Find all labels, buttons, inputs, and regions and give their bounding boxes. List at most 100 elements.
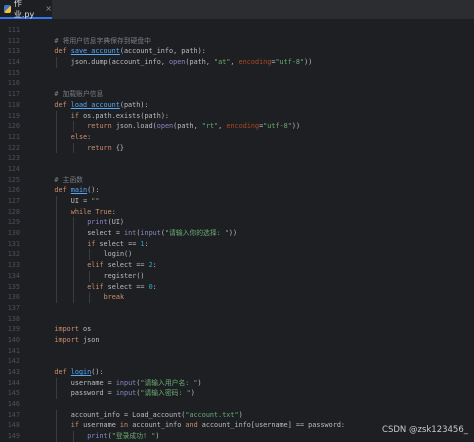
line-number: 118 (7, 100, 20, 109)
code-line[interactable]: 142 (0, 356, 474, 367)
indent-guide (72, 121, 74, 132)
code-text: print(UI) (87, 217, 124, 228)
code-token: encoding (226, 122, 260, 131)
code-token: select (87, 229, 112, 238)
code-text: json.dump(account_info, open(path, "at",… (71, 57, 313, 68)
code-token: return (87, 143, 116, 152)
code-line[interactable]: 144 username = input("请输入用户名: ") (0, 377, 474, 389)
code-line[interactable]: 137 (0, 303, 474, 314)
line-number: 111 (7, 26, 20, 34)
watermark: CSDN @zsk123456_ (382, 425, 468, 435)
code-line[interactable]: 138 (0, 314, 474, 325)
code-token: "" (91, 197, 100, 205)
code-line[interactable]: 111 (0, 25, 474, 36)
code-token: int (124, 229, 137, 238)
line-number: 122 (7, 143, 20, 152)
code-line[interactable]: 135 elif select == 0: (0, 281, 474, 293)
code-line[interactable]: 113 def save_account(account_info, path): (0, 46, 474, 57)
code-line[interactable]: 140 import json (0, 335, 474, 346)
code-line[interactable]: 131 if select == 1: (0, 238, 474, 250)
code-token: : (111, 207, 116, 216)
code-token: account_info = Load_account( (70, 410, 186, 419)
code-line[interactable]: 115 (0, 68, 474, 79)
line-number: 127 (7, 197, 20, 205)
code-token: # 主函数 (54, 175, 83, 184)
close-icon[interactable]: × (45, 4, 52, 13)
code-line[interactable]: 134 register() (0, 270, 474, 282)
line-number: 126 (7, 186, 20, 195)
code-token: username (83, 421, 120, 430)
code-token: os (83, 325, 92, 334)
indent-guide (56, 142, 58, 154)
indent-guide (72, 281, 74, 293)
indent-guide (56, 249, 58, 261)
code-token: "请输入你的选择: " (164, 229, 229, 238)
code-line[interactable]: 112 # 将用户信息字典保存到硬盘中 (0, 36, 474, 47)
code-text: import json (54, 335, 99, 346)
indent-guide (56, 409, 58, 421)
code-token: ) (238, 410, 243, 419)
code-text: UI = "" (71, 196, 100, 207)
code-line[interactable]: 116 (0, 78, 474, 89)
code-token: if (70, 421, 84, 430)
code-line[interactable]: 145 password = input("请输入密码: ") (0, 388, 474, 400)
line-number: 116 (7, 79, 20, 88)
code-line[interactable]: 118 def load_account(path): (0, 100, 474, 111)
code-token: def (54, 368, 71, 376)
code-token: account_info (132, 421, 186, 430)
code-token: ) (197, 378, 202, 387)
code-line[interactable]: 141 (0, 346, 474, 357)
code-token: # 将用户信息字典保存到硬盘中 (54, 36, 151, 45)
code-text: return {} (87, 143, 124, 154)
line-number: 123 (7, 154, 20, 163)
code-token: input (115, 389, 137, 398)
indent-guide (56, 431, 58, 442)
code-line[interactable]: 132 login() (0, 249, 474, 261)
code-line[interactable]: 136 break (0, 292, 474, 303)
line-number: 131 (7, 239, 20, 248)
code-token: ) (190, 389, 195, 398)
code-text: login() (104, 249, 133, 260)
indent-guide (56, 217, 58, 229)
code-token: login (70, 368, 92, 376)
code-token: "account.txt" (185, 410, 239, 419)
code-token: open (156, 122, 174, 131)
code-token: password = (70, 389, 116, 398)
code-token: json.dump(account_info, (70, 58, 170, 67)
code-line[interactable]: 129 print(UI) (0, 217, 474, 229)
code-line[interactable]: 120 return json.load(open(path, "rt", enc… (0, 121, 474, 132)
code-line[interactable]: 146 (0, 399, 474, 410)
code-token: if (87, 239, 100, 248)
code-token: : (144, 239, 149, 248)
code-line[interactable]: 143 def login(): (0, 367, 474, 378)
code-line[interactable]: 121 else: (0, 131, 474, 143)
code-line[interactable]: 133 elif select == 2: (0, 260, 474, 271)
code-line[interactable]: 123 (0, 153, 474, 164)
code-editor[interactable]: 111 112 # 将用户信息字典保存到硬盘中 113 def save_account… (0, 19, 474, 442)
code-line[interactable]: 139 import os (0, 324, 474, 335)
code-token: else (70, 132, 88, 141)
code-text: else: (71, 132, 91, 143)
code-line[interactable]: 125 # 主函数 (0, 175, 474, 186)
code-token: : (87, 132, 92, 141)
code-line[interactable]: 128 while True: (0, 206, 474, 218)
indent-guide (56, 228, 58, 239)
line-number: 148 (7, 421, 20, 430)
code-line[interactable]: 130 select = int(input("请输入你的选择: ")) (0, 228, 474, 239)
code-line[interactable]: 124 (0, 164, 474, 175)
code-line[interactable]: 117 # 加载账户信息 (0, 89, 474, 100)
code-token: )) (228, 229, 238, 238)
code-token: def (54, 100, 71, 109)
code-text: # 主函数 (54, 175, 83, 186)
code-line[interactable]: 114 json.dump(account_info, open(path, "a… (0, 57, 474, 68)
code-line[interactable]: 147 account_info = Load_account("account.… (0, 409, 474, 421)
code-token: "rt" (201, 122, 219, 131)
code-text: # 加载账户信息 (54, 89, 103, 100)
code-line[interactable]: 122 return {} (0, 142, 474, 154)
code-line[interactable]: 126 def main(): (0, 185, 474, 196)
code-line[interactable]: 119 if os.path.exists(path): (0, 110, 474, 122)
code-text: elif select == 2: (87, 260, 157, 271)
tab-file[interactable]: 作业.py × (0, 0, 52, 19)
code-line[interactable]: 127 UI = "" (0, 196, 474, 207)
code-token: and (185, 421, 202, 430)
